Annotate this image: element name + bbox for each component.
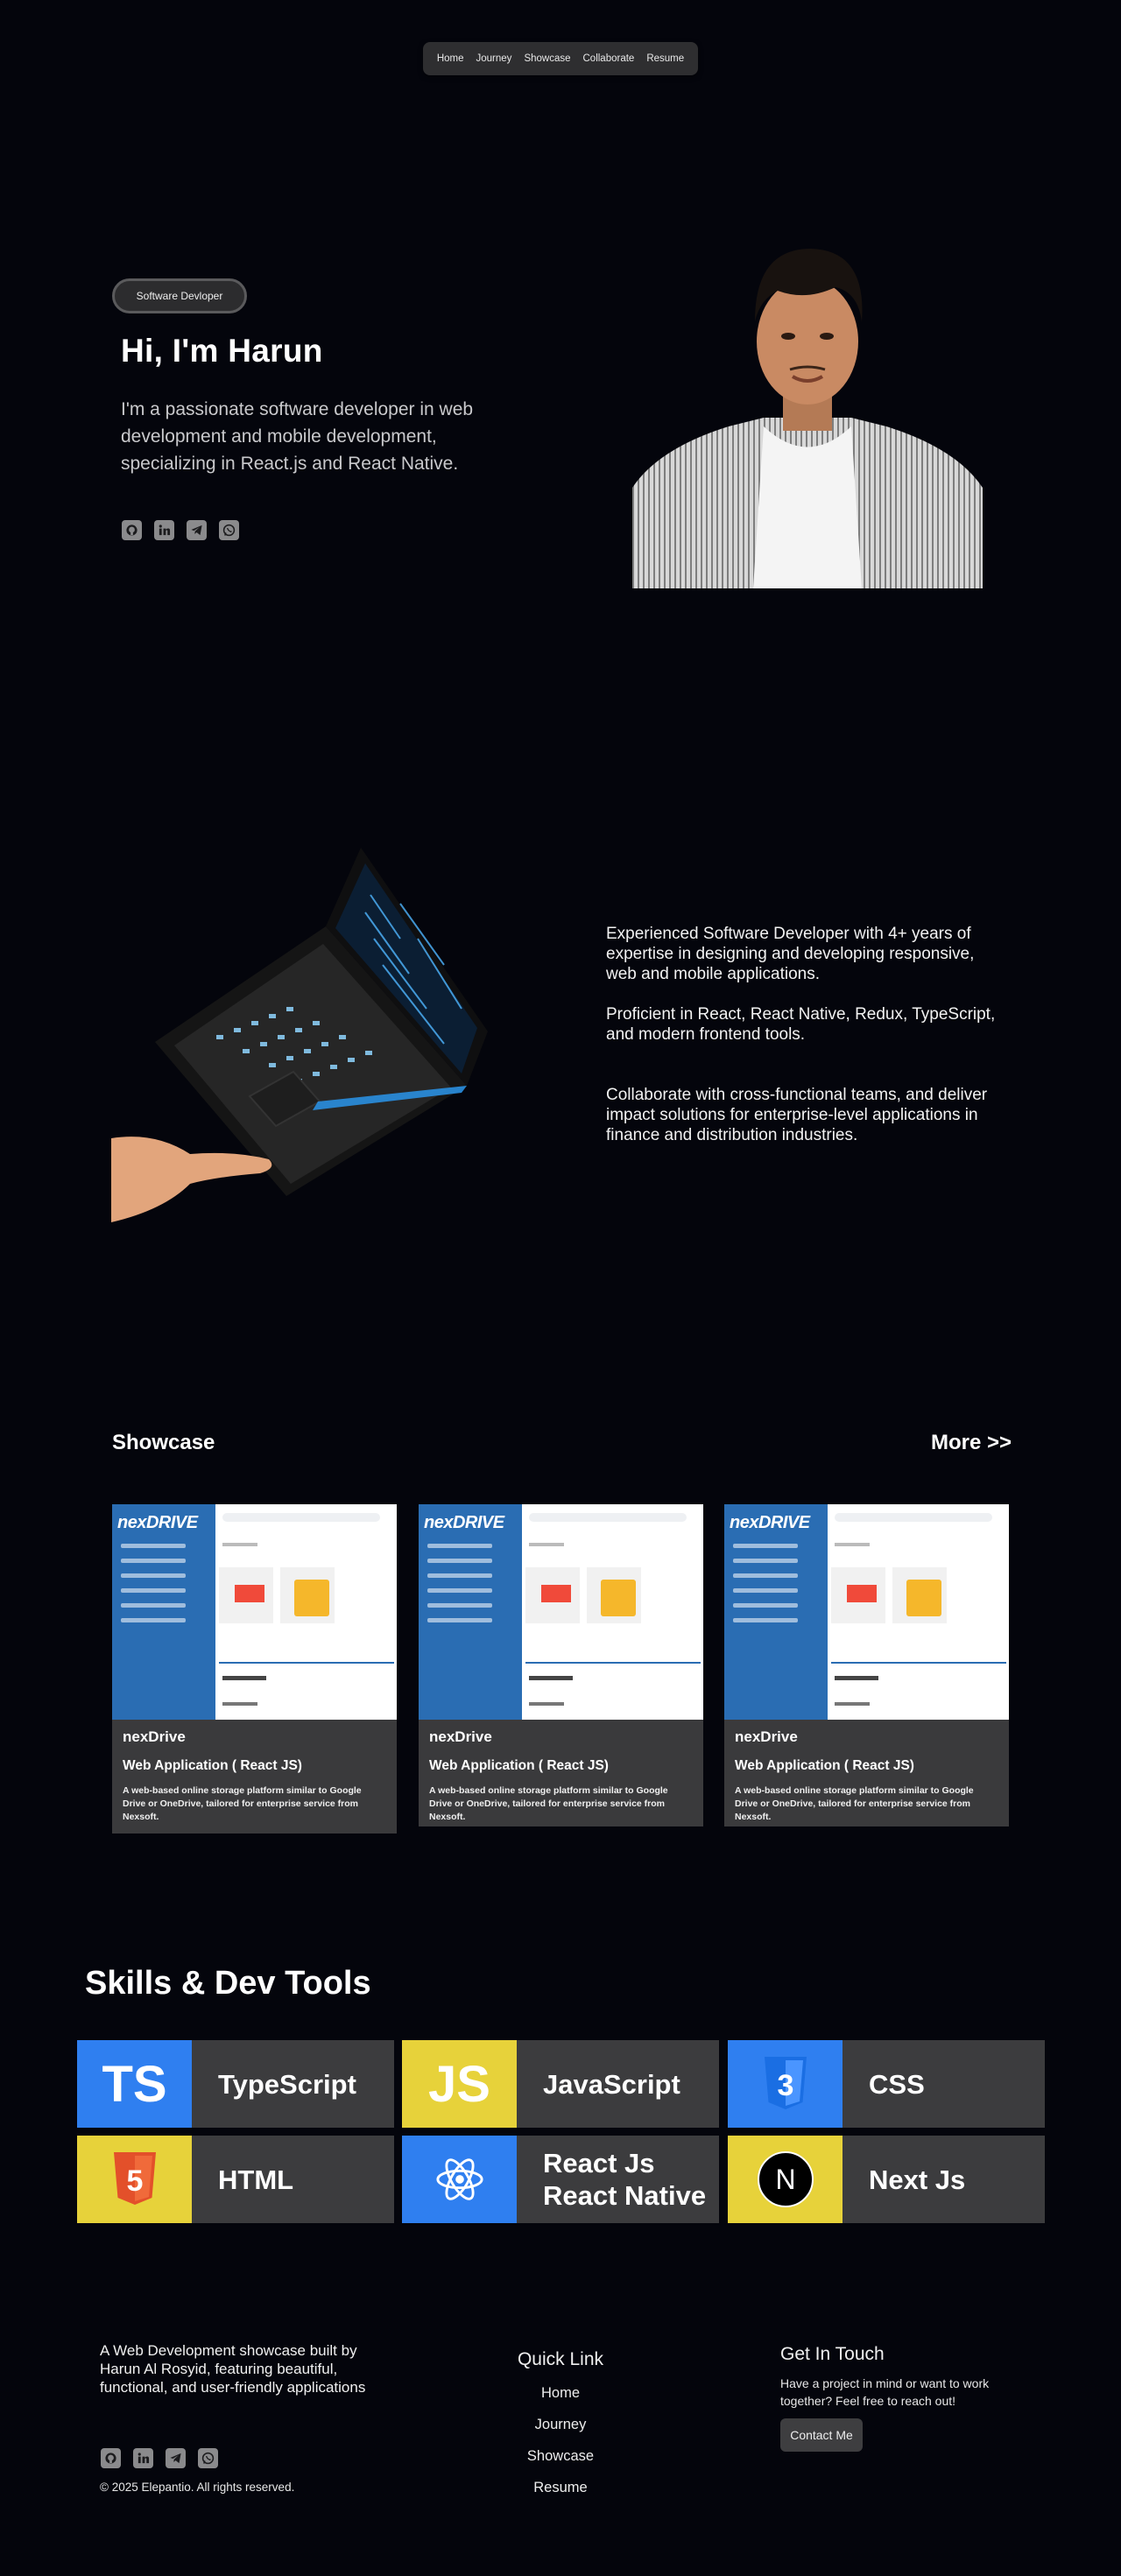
- hero-greeting: Hi, I'm Harun: [121, 333, 323, 369]
- whatsapp-icon[interactable]: [219, 520, 239, 540]
- role-badge: Software Devloper: [112, 278, 247, 313]
- skill-label: Next Js: [869, 2164, 966, 2195]
- skill-javascript: JS JavaScript: [402, 2040, 719, 2128]
- project-name: nexDrive: [123, 1728, 186, 1745]
- skill-react: React Js React Native: [402, 2136, 719, 2223]
- skill-label: TypeScript: [218, 2068, 356, 2100]
- javascript-icon: JS: [402, 2040, 517, 2128]
- typescript-icon: TS: [77, 2040, 192, 2128]
- get-in-touch-title: Get In Touch: [780, 2344, 885, 2364]
- project-screenshot: nexDRIVE: [724, 1504, 1009, 1720]
- hero-socials: [122, 520, 239, 540]
- html-icon: 5: [77, 2136, 192, 2223]
- project-screenshot: nexDRIVE: [112, 1504, 397, 1720]
- skill-label: CSS: [869, 2068, 925, 2100]
- copyright: © 2025 Elepantio. All rights reserved.: [100, 2481, 295, 2494]
- svg-text:N: N: [775, 2164, 795, 2195]
- about-paragraph-2: Proficient in React, React Native, Redux…: [606, 1005, 996, 1044]
- footer-link-home[interactable]: Home: [517, 2385, 604, 2402]
- github-icon[interactable]: [122, 520, 142, 540]
- showcase-title: Showcase: [112, 1431, 215, 1454]
- project-description: A web-based online storage platform simi…: [429, 1785, 668, 1822]
- project-screenshot: nexDRIVE: [419, 1504, 703, 1720]
- skill-label: HTML: [218, 2164, 294, 2195]
- telegram-icon[interactable]: [187, 520, 207, 540]
- project-logo: nexDRIVE: [424, 1513, 504, 1532]
- github-icon[interactable]: [101, 2448, 121, 2468]
- project-type: Web Application ( React JS): [123, 1758, 302, 1773]
- nav-collaborate[interactable]: Collaborate: [583, 53, 635, 64]
- skill-html: 5 HTML: [77, 2136, 394, 2223]
- footer-link-resume[interactable]: Resume: [517, 2480, 604, 2496]
- skill-label: React Js React Native: [543, 2148, 707, 2211]
- more-link[interactable]: More >>: [931, 1431, 1012, 1455]
- top-nav: Home Journey Showcase Collaborate Resume: [423, 42, 698, 75]
- about-paragraph-1: Experienced Software Developer with 4+ y…: [606, 925, 975, 983]
- nav-journey[interactable]: Journey: [476, 53, 512, 64]
- svg-text:3: 3: [777, 2069, 793, 2102]
- project-card[interactable]: nexDRIVE nexDrive Web Application ( Reac…: [419, 1504, 703, 1826]
- hero-intro: I'm a passionate software developer in w…: [121, 399, 474, 474]
- nextjs-icon: N: [728, 2136, 843, 2223]
- project-description: A web-based online storage platform simi…: [123, 1785, 362, 1822]
- footer-link-journey[interactable]: Journey: [517, 2417, 604, 2433]
- footer-description: A Web Development showcase built by Haru…: [100, 2342, 366, 2396]
- project-card[interactable]: nexDRIVE nexDrive Web Application ( Reac…: [112, 1504, 397, 1833]
- footer-socials: [101, 2448, 218, 2468]
- laptop-image: [111, 842, 488, 1222]
- contact-button[interactable]: Contact Me: [780, 2418, 863, 2452]
- skill-typescript: TS TypeScript: [77, 2040, 394, 2128]
- skill-label: JavaScript: [543, 2068, 680, 2100]
- skill-css: 3 CSS: [728, 2040, 1045, 2128]
- project-type: Web Application ( React JS): [735, 1758, 914, 1773]
- skill-nextjs: N Next Js: [728, 2136, 1045, 2223]
- whatsapp-icon[interactable]: [198, 2448, 218, 2468]
- skills-title: Skills & Dev Tools: [85, 1965, 371, 2002]
- svg-text:5: 5: [126, 2164, 143, 2198]
- telegram-icon[interactable]: [166, 2448, 186, 2468]
- get-in-touch-text: Have a project in mind or want to work t…: [780, 2376, 990, 2408]
- linkedin-icon[interactable]: [154, 520, 174, 540]
- project-name: nexDrive: [735, 1728, 798, 1745]
- nav-showcase[interactable]: Showcase: [524, 53, 570, 64]
- project-name: nexDrive: [429, 1728, 492, 1745]
- project-card[interactable]: nexDRIVE nexDrive Web Application ( Reac…: [724, 1504, 1009, 1826]
- project-description: A web-based online storage platform simi…: [735, 1785, 974, 1822]
- project-type: Web Application ( React JS): [429, 1758, 609, 1773]
- css-icon: 3: [728, 2040, 843, 2128]
- about-paragraph-3: Collaborate with cross-functional teams,…: [606, 1086, 988, 1144]
- project-logo: nexDRIVE: [730, 1513, 810, 1532]
- linkedin-icon[interactable]: [133, 2448, 153, 2468]
- footer-link-showcase[interactable]: Showcase: [517, 2448, 604, 2465]
- nav-resume[interactable]: Resume: [646, 53, 684, 64]
- nav-home[interactable]: Home: [437, 53, 464, 64]
- quick-link-title: Quick Link: [517, 2349, 604, 2369]
- profile-photo: [632, 238, 983, 588]
- react-icon: [402, 2136, 517, 2223]
- project-logo: nexDRIVE: [117, 1513, 198, 1532]
